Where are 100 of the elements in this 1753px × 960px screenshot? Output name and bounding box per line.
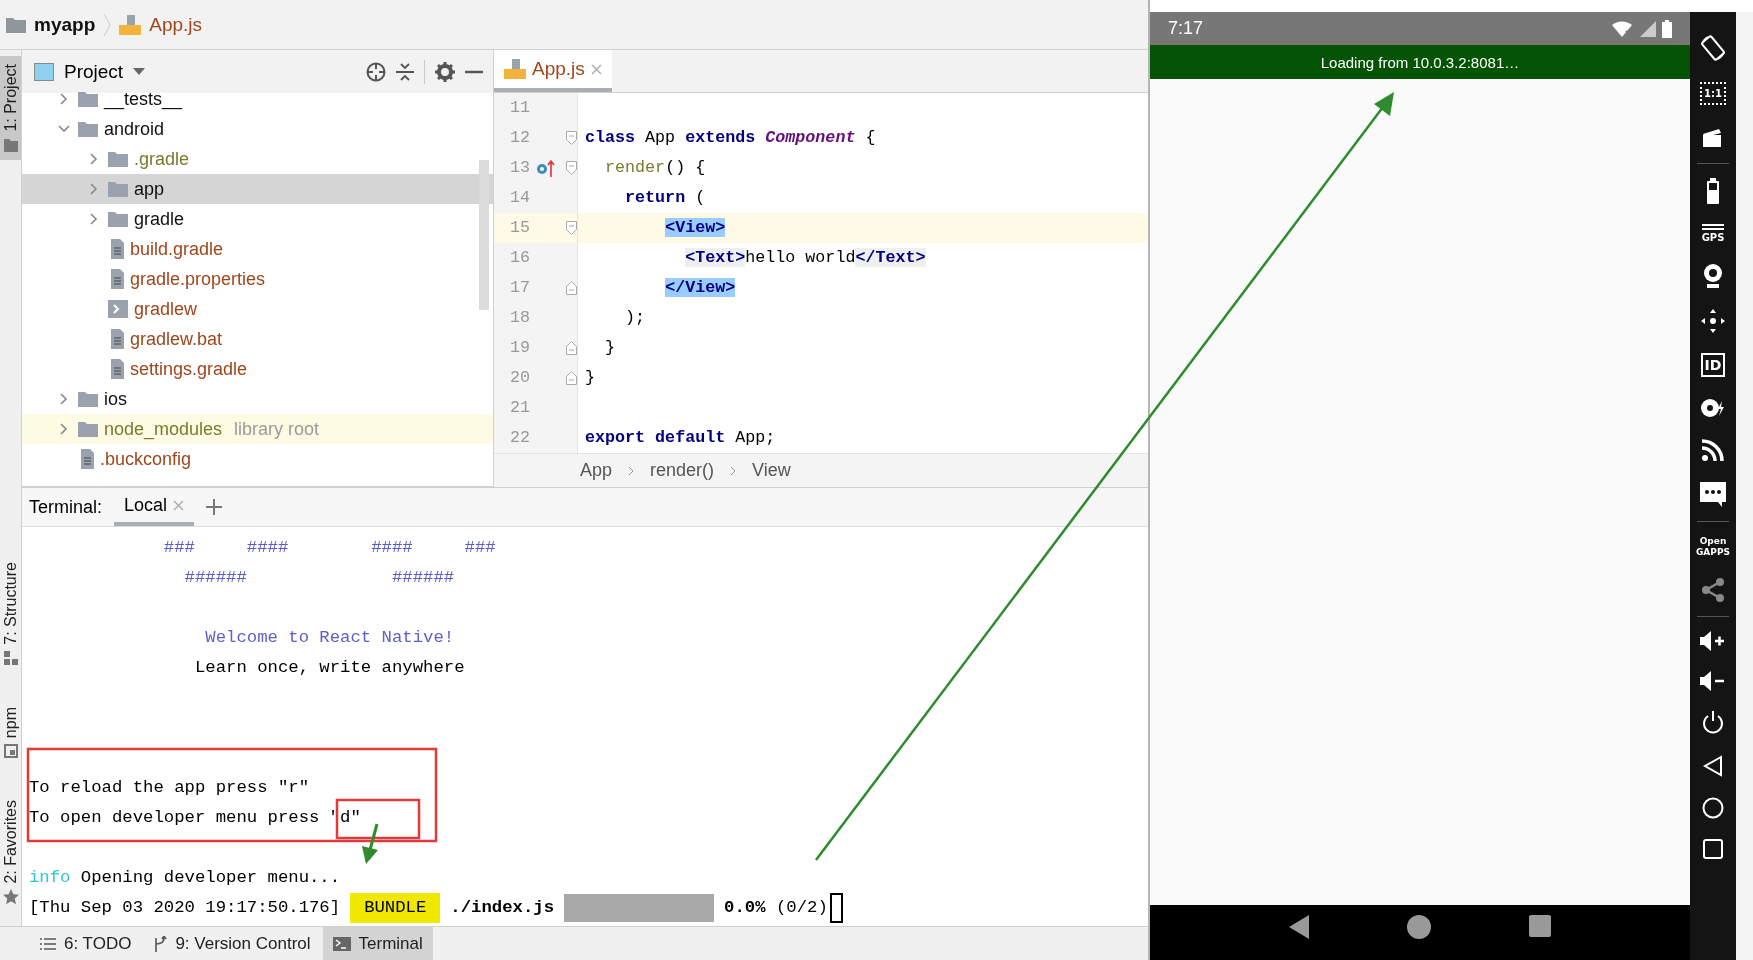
line-number: 21 — [508, 397, 530, 419]
tool-window-button[interactable]: Terminal — [322, 927, 433, 960]
chevron-icon — [730, 465, 737, 476]
webcam-icon[interactable] — [1702, 263, 1724, 289]
tree-item[interactable]: __tests__ — [104, 88, 183, 110]
share-icon[interactable] — [1701, 578, 1725, 602]
breadcrumb-item[interactable]: App — [580, 460, 613, 481]
tree-item[interactable]: gradle — [134, 208, 185, 230]
id-button[interactable]: ID — [1700, 353, 1726, 377]
tool-window-button[interactable]: 9: Version Control — [143, 927, 321, 960]
bundle-file: ./index.js — [450, 897, 555, 919]
move-icon[interactable] — [1701, 309, 1725, 333]
override-marker-icon[interactable] — [536, 159, 558, 177]
home-icon[interactable] — [1407, 915, 1431, 939]
dropdown-caret-icon[interactable] — [133, 68, 146, 75]
tool-window-tab[interactable]: npm — [0, 698, 21, 766]
open-gapps-button[interactable]: Open GAPPS — [1693, 536, 1733, 558]
volume-down-icon[interactable] — [1700, 671, 1726, 691]
status-time: 7:17 — [1168, 18, 1204, 39]
collapse-chevron-icon[interactable] — [88, 213, 100, 225]
code-line: } — [604, 337, 616, 359]
battery-icon[interactable] — [1706, 178, 1720, 204]
message-icon[interactable] — [1700, 481, 1726, 507]
ascii-art-line: ###### ###### — [183, 567, 455, 589]
tree-item[interactable]: build.gradle — [130, 238, 224, 260]
scale-button[interactable]: 1:1 — [1700, 82, 1726, 105]
terminal-line: To reload the app press "r" — [29, 777, 309, 799]
gps-button[interactable]: GPS — [1701, 224, 1725, 243]
tree-item[interactable]: gradle.properties — [130, 268, 266, 290]
project-name[interactable]: myapp — [34, 13, 96, 36]
code-line: class App extends Component { — [584, 127, 876, 149]
line-number: 16 — [508, 247, 530, 269]
file-icon — [108, 329, 124, 349]
code-line: return ( — [624, 187, 706, 209]
collapse-chevron-icon[interactable] — [88, 153, 100, 165]
wifi-icon — [1612, 20, 1634, 37]
progress-percent: 0.0% — [724, 897, 766, 919]
file-icon — [108, 269, 124, 289]
settings-icon[interactable] — [435, 61, 455, 82]
folder-icon — [78, 421, 98, 437]
home-icon[interactable] — [1702, 797, 1724, 819]
file-icon — [78, 449, 94, 469]
tree-item[interactable]: node_modules — [104, 418, 223, 440]
breadcrumb-item[interactable]: View — [752, 460, 791, 481]
scrollbar[interactable] — [479, 160, 489, 310]
code-line: ); — [624, 307, 646, 329]
collapse-chevron-icon[interactable] — [58, 93, 70, 105]
rss-icon[interactable] — [1702, 439, 1724, 461]
collapse-chevron-icon[interactable] — [58, 423, 70, 435]
signal-icon — [1640, 20, 1656, 37]
bundle-badge: BUNDLE — [350, 893, 441, 923]
tree-item[interactable]: settings.gradle — [130, 358, 248, 380]
file-name[interactable]: App.js — [149, 13, 203, 36]
minimize-icon[interactable] — [465, 69, 483, 74]
tree-item[interactable]: ios — [104, 388, 127, 410]
chevron-icon — [628, 465, 635, 476]
collapse-chevron-icon[interactable] — [58, 393, 70, 405]
tool-window-tab[interactable]: 1: Project — [0, 56, 21, 160]
loading-banner-text: Loading from 10.0.3.2:8081… — [1320, 53, 1520, 71]
script-icon — [108, 300, 128, 318]
disc-icon[interactable] — [1700, 397, 1726, 419]
line-number: 19 — [508, 337, 530, 359]
branch-icon — [153, 935, 168, 952]
terminal-icon — [332, 936, 351, 951]
power-icon[interactable] — [1701, 711, 1725, 735]
line-number: 12 — [508, 127, 530, 149]
recents-icon[interactable] — [1703, 839, 1723, 859]
expand-chevron-icon[interactable] — [58, 123, 70, 135]
tree-item[interactable]: .buckconfig — [100, 448, 192, 470]
add-icon[interactable] — [206, 499, 223, 515]
tree-item[interactable]: .gradle — [134, 148, 190, 170]
list-icon — [40, 937, 56, 950]
npm-icon — [3, 743, 18, 758]
line-number: 14 — [508, 187, 530, 209]
panel-title[interactable]: Project — [64, 60, 124, 83]
tool-window-tab[interactable]: 7: Structure — [0, 554, 21, 673]
tree-item[interactable]: android — [104, 118, 165, 140]
line-number: 15 — [508, 217, 530, 239]
volume-up-icon[interactable] — [1700, 631, 1726, 651]
structure-icon — [3, 650, 18, 665]
line-number: 18 — [508, 307, 530, 329]
collapse-all-icon[interactable] — [396, 62, 414, 81]
text-cursor — [829, 893, 843, 923]
tool-window-tab[interactable]: 2: Favorites — [0, 791, 21, 914]
back-icon[interactable] — [1703, 755, 1723, 777]
line-number: 17 — [508, 277, 530, 299]
line-number: 20 — [508, 367, 530, 389]
code-line: render() { — [604, 157, 706, 179]
breadcrumb-item[interactable]: render() — [650, 460, 715, 481]
editor-tab[interactable]: App.js — [494, 50, 612, 92]
rotate-icon[interactable] — [1699, 34, 1727, 62]
terminal-tab[interactable]: Local — [114, 488, 195, 526]
tree-item[interactable]: gradlew.bat — [130, 328, 223, 350]
tree-item[interactable]: app — [134, 178, 165, 200]
folder-icon — [108, 151, 128, 167]
js-file-icon — [504, 59, 526, 79]
tool-window-button[interactable]: 6: TODO — [30, 927, 142, 960]
locate-icon[interactable] — [366, 61, 386, 82]
back-icon[interactable] — [1289, 915, 1309, 939]
tree-item[interactable]: gradlew — [134, 298, 198, 320]
